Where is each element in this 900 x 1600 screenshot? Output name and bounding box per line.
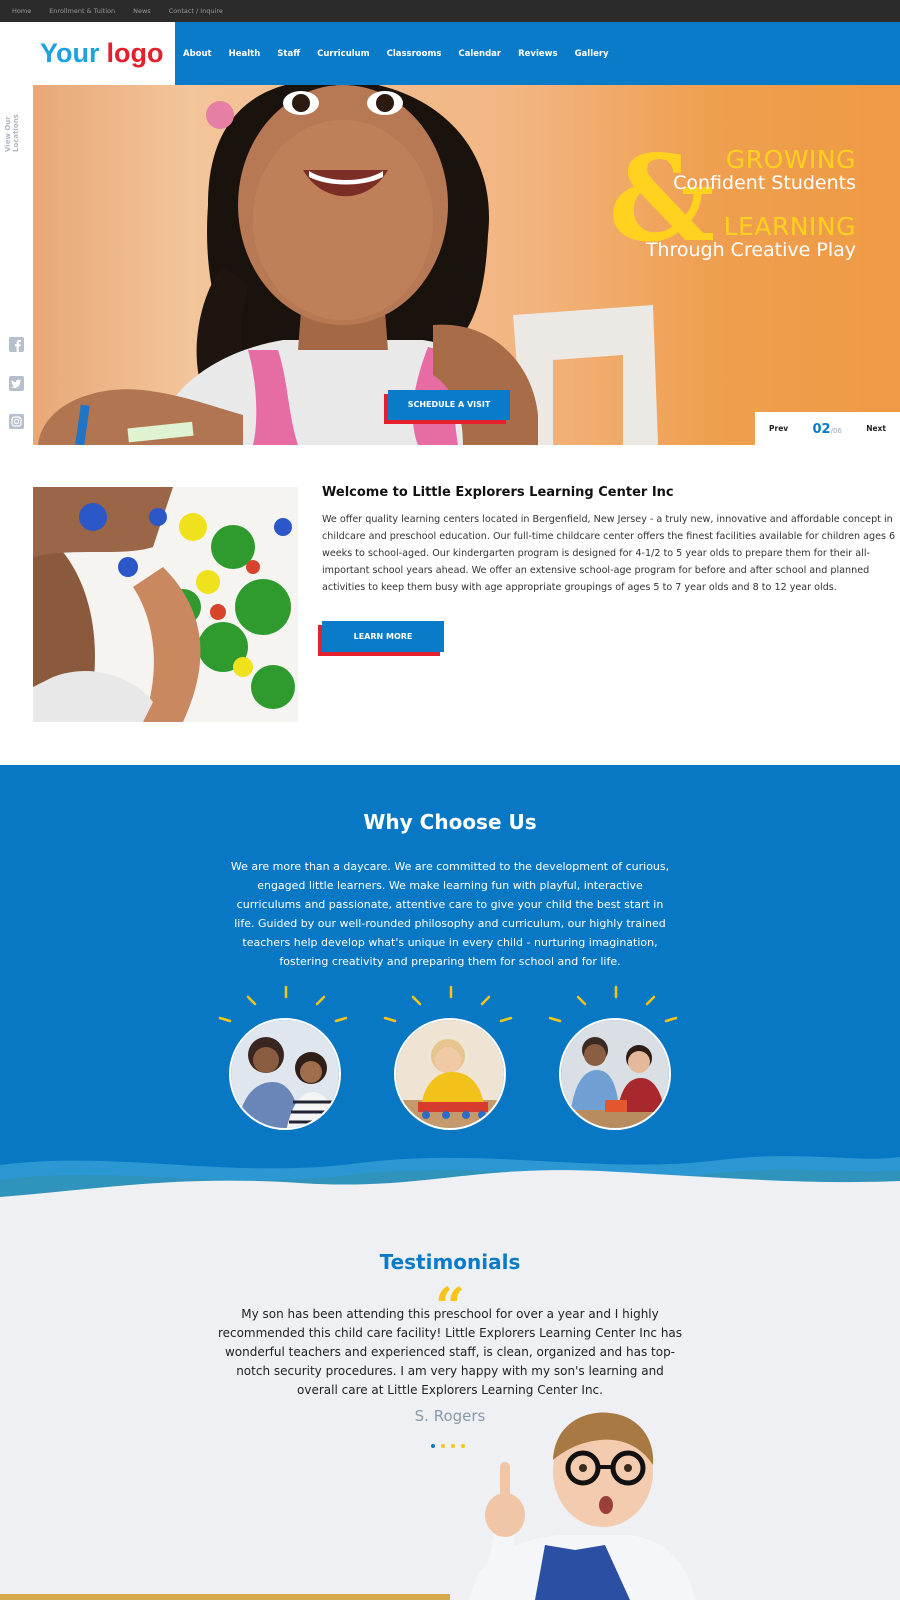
view-locations-line1: View Our [4,116,12,152]
slider-counter: 02/06 [813,420,842,438]
nav-item-reviews[interactable]: Reviews [518,49,557,59]
painting-image [33,487,298,722]
pagination-dot[interactable] [441,1444,445,1448]
welcome-photo-painting [33,487,298,722]
twitter-icon[interactable] [9,376,24,391]
hero-line-confident: Confident Students [673,172,856,194]
schedule-visit-button[interactable]: SCHEDULE A VISIT [388,390,510,420]
nav-item-health[interactable]: Health [229,49,261,59]
footer-accent-strip [0,1594,450,1600]
hero-headline: GROWING Confident Students LEARNING Thro… [646,145,856,261]
utility-link-news[interactable]: News [133,7,151,15]
nav-item-calendar[interactable]: Calendar [458,49,501,59]
nav-item-gallery[interactable]: Gallery [575,49,609,59]
slider-controls: Prev 02/06 Next [755,412,900,445]
view-locations-link[interactable]: View Our Locations [4,92,20,152]
site-header: Your logo About Health Staff Curriculum … [0,22,900,85]
logo-text-your: Your [40,38,100,68]
wave-divider [0,1156,900,1205]
boy-pointing-photo [470,1412,695,1600]
learn-more-button[interactable]: LEARN MORE [322,621,444,652]
feature-photo-teacher-bubbles [229,1018,341,1130]
hero-line-creative-play: Through Creative Play [645,239,856,261]
why-choose-us-section: Why Choose Us We are more than a daycare… [0,765,900,1205]
slider-next-button[interactable]: Next [866,424,886,433]
utility-link-contact[interactable]: Contact / Inquire [169,7,223,15]
main-nav: About Health Staff Curriculum Classrooms… [175,22,900,85]
testimonial-quote: My son has been attending this preschool… [217,1307,683,1397]
pagination-dot[interactable] [431,1444,435,1448]
utility-bar: Home Enrollment & Tuition News Contact /… [0,0,900,22]
nav-item-staff[interactable]: Staff [277,49,300,59]
slider-current: 02 [812,421,831,437]
logo[interactable]: Your logo [0,22,175,85]
instagram-icon[interactable] [9,414,24,429]
feature-photo-boys-playing [559,1018,671,1130]
view-locations-line2: Locations [12,114,20,152]
feature-photo-toy-train [394,1018,506,1130]
welcome-title: Welcome to Little Explorers Learning Cen… [322,485,674,500]
slider-prev-button[interactable]: Prev [769,424,788,433]
utility-link-home[interactable]: Home [12,7,31,15]
why-title: Why Choose Us [363,810,537,834]
nav-item-about[interactable]: About [183,49,212,59]
why-body: We are more than a daycare. We are commi… [230,860,670,968]
nav-item-curriculum[interactable]: Curriculum [317,49,370,59]
slider-total: /06 [830,426,842,435]
hero-slider: & GROWING Confident Students LEARNING Th… [33,85,900,445]
hero-line-learning: LEARNING [723,212,856,241]
testimonials-section: Testimonials “ My son has been attending… [0,1200,900,1600]
facebook-icon[interactable] [9,337,24,352]
welcome-body: We offer quality learning centers locate… [322,514,896,593]
logo-text-logo: logo [106,38,164,68]
testimonials-title: Testimonials [379,1250,521,1274]
utility-link-enrollment[interactable]: Enrollment & Tuition [49,7,115,15]
nav-item-classrooms[interactable]: Classrooms [387,49,442,59]
hero-line-growing: GROWING [725,145,856,174]
